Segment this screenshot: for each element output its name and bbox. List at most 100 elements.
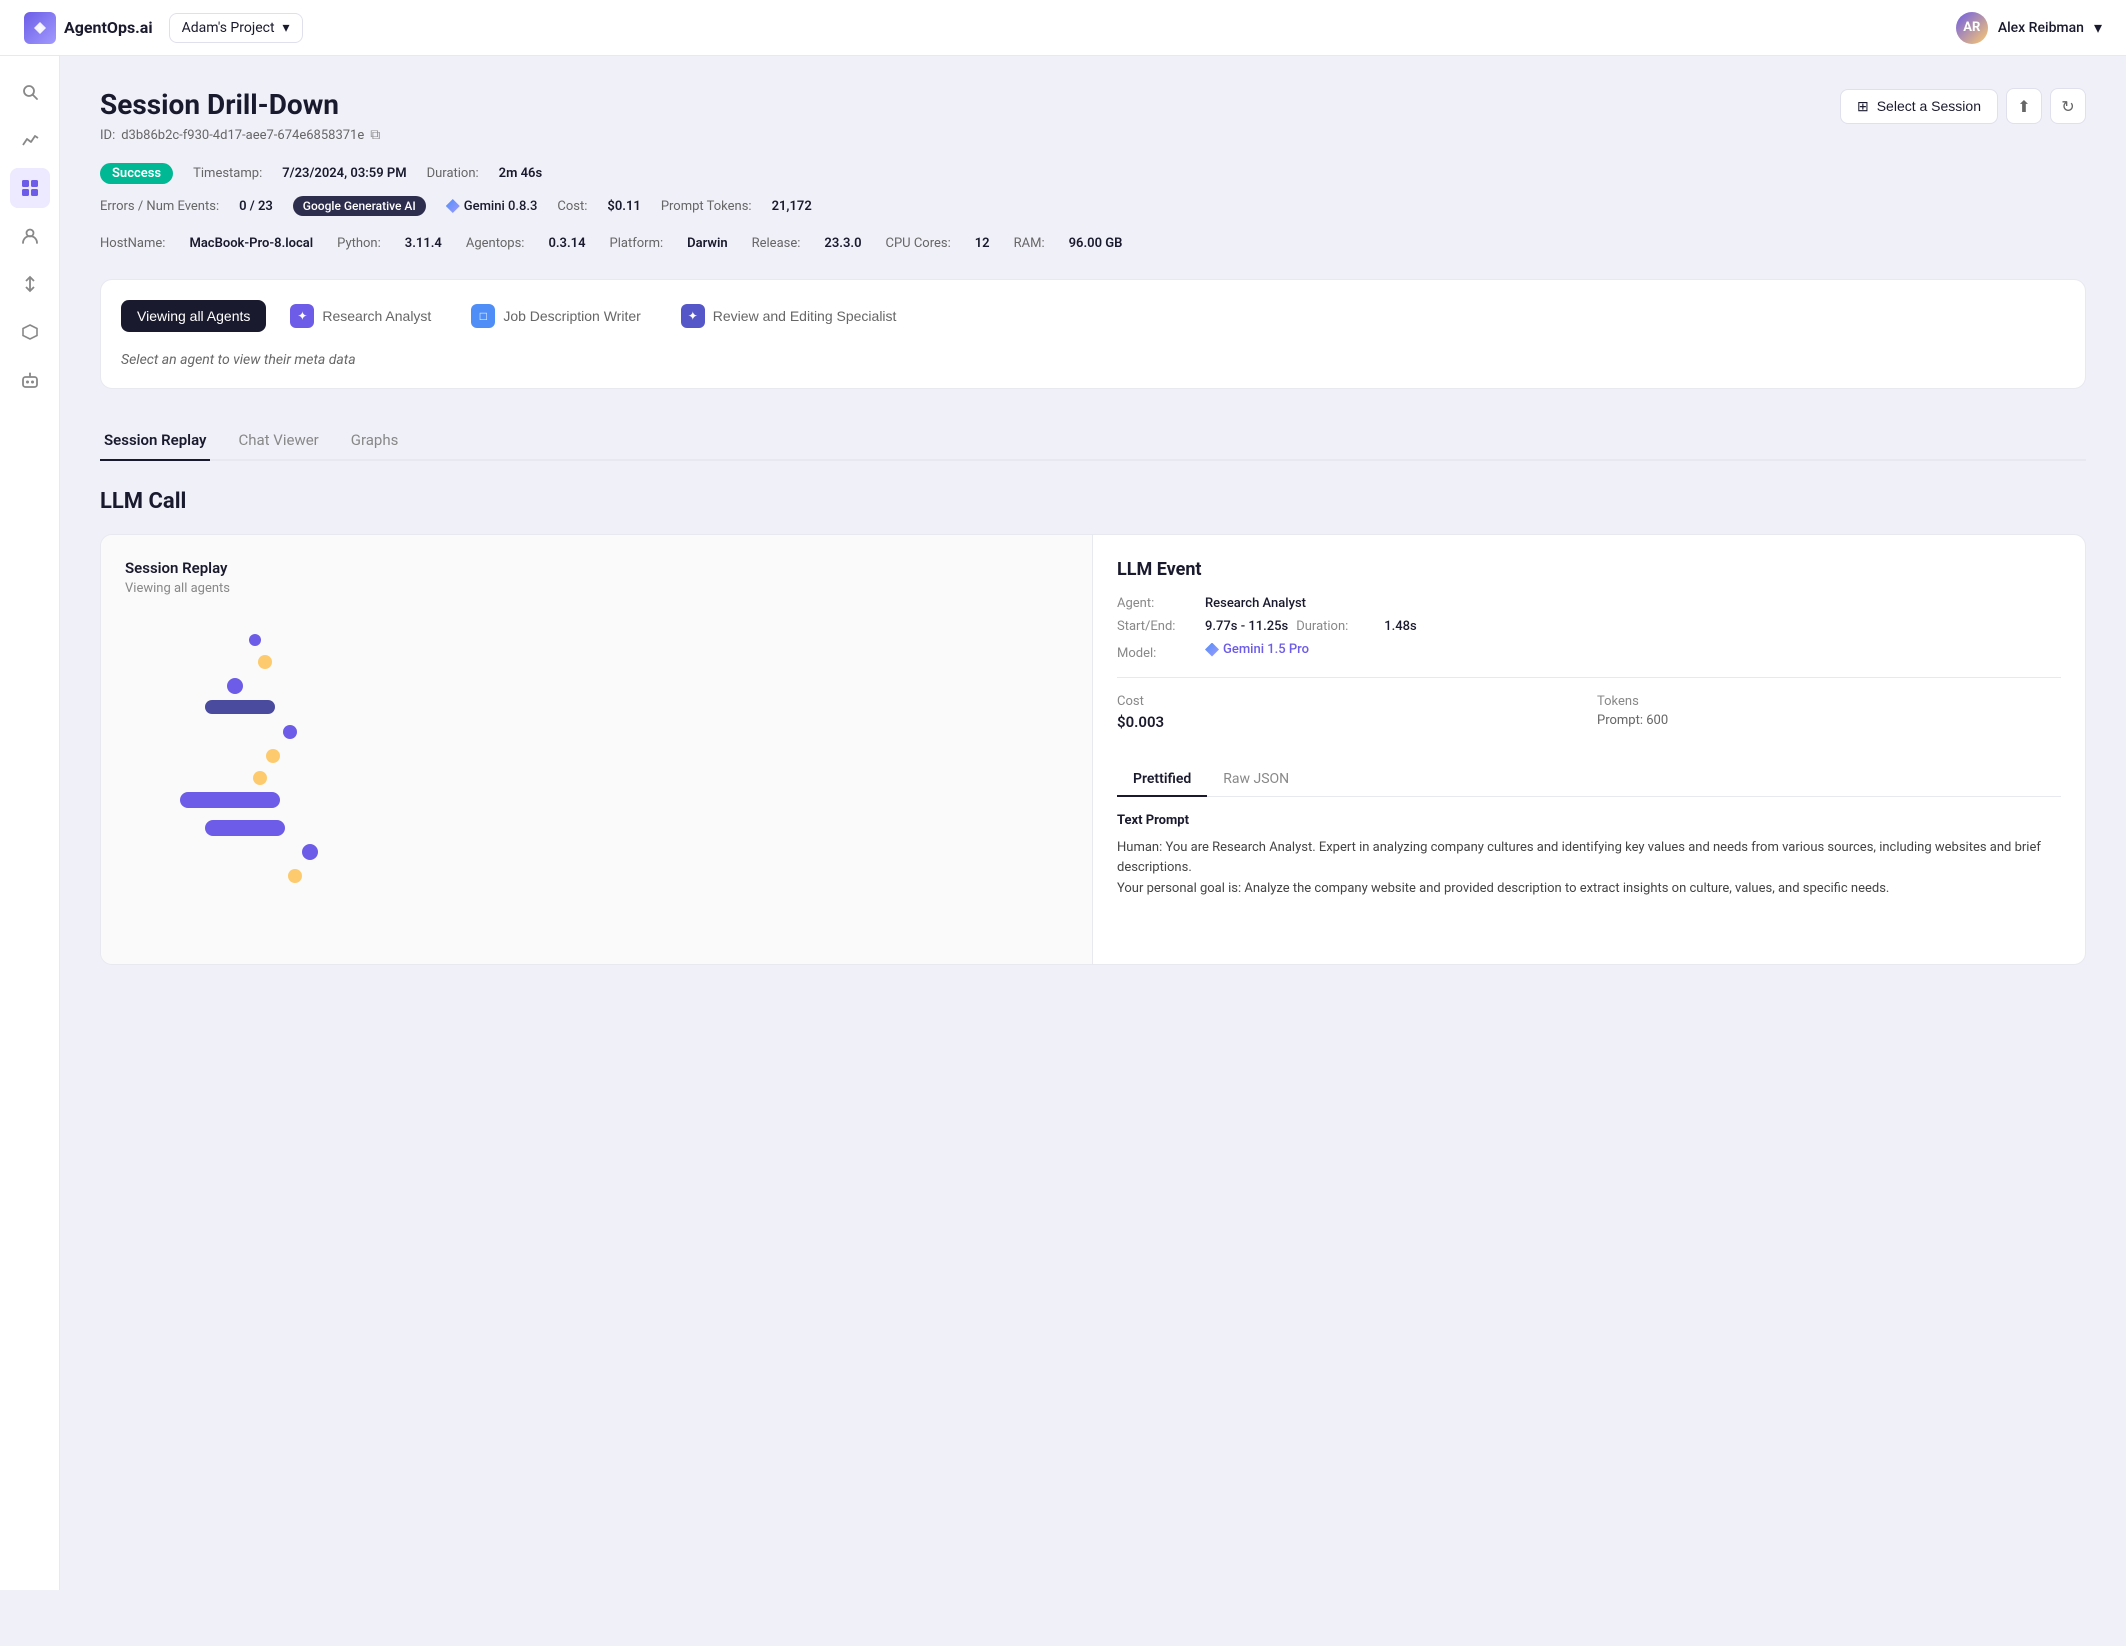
session-id-value: d3b86b2c-f930-4d17-aee7-674e6858371e [121,128,364,143]
page-title-block: Session Drill-Down ID: d3b86b2c-f930-4d1… [100,88,380,143]
duration-value: 1.48s [1384,619,1416,634]
agentops-value: 0.3.14 [548,236,585,251]
bot-icon [21,371,39,389]
page-header: Session Drill-Down ID: d3b86b2c-f930-4d1… [100,88,2086,143]
user-menu[interactable]: AR Alex Reibman ▾ [1956,12,2102,44]
agent-label: Agent: [1117,596,1197,611]
event-content-tabs: Prettified Raw JSON [1117,763,2061,797]
session-id-row: ID: d3b86b2c-f930-4d17-aee7-674e6858371e… [100,127,380,143]
ram-value: 96.00 GB [1069,236,1123,251]
sidebar-item-flows[interactable] [10,264,50,304]
sidebar-item-analytics[interactable] [10,120,50,160]
sidebar [0,56,60,1590]
llm-call-card: Session Replay Viewing all agents [100,534,2086,965]
ram-label: RAM: [1014,236,1045,251]
tab-raw-json[interactable]: Raw JSON [1207,763,1305,797]
sidebar-item-search[interactable] [10,72,50,112]
errors-label: Errors / Num Events: [100,199,219,214]
model-badge: Gemini 0.8.3 [446,199,538,214]
section-title-llm: LLM Call [100,489,2086,514]
copy-icon[interactable]: ⧉ [370,127,380,143]
user-name: Alex Reibman [1998,20,2084,36]
meta-row-1: Success Timestamp: 7/23/2024, 03:59 PM D… [100,163,2086,184]
agent-meta-placeholder: Select an agent to view their meta data [121,352,2065,368]
sidebar-item-sessions[interactable] [10,168,50,208]
meta-row-3: HostName: MacBook-Pro-8.local Python: 3.… [100,236,2086,251]
id-label: ID: [100,128,115,143]
text-prompt-label: Text Prompt [1117,813,2061,828]
prompt-value: 600 [1646,713,1668,728]
duration-value: 2m 46s [499,166,543,181]
replay-panel-title: Session Replay [125,559,1068,577]
meta-row-2: Errors / Num Events: 0 / 23 Google Gener… [100,196,2086,216]
tab-session-replay[interactable]: Session Replay [100,421,210,461]
agent-tabs: Viewing all Agents ✦ Research Analyst □ … [121,296,2065,336]
prompt-label: Prompt: [1597,713,1643,728]
cpu-label: CPU Cores: [886,236,951,251]
tab-prettified[interactable]: Prettified [1117,763,1207,797]
review-specialist-icon: ✦ [681,304,705,328]
flows-icon [21,275,39,293]
model-label: Model: [1117,646,1197,661]
prompt-tokens-value: 21,172 [772,199,812,214]
project-selector[interactable]: Adam's Project ▾ [169,13,303,43]
errors-value: 0 / 23 [239,199,273,214]
tab-all-agents[interactable]: Viewing all Agents [121,300,266,332]
sidebar-item-tools[interactable] [10,312,50,352]
cpu-value: 12 [975,236,990,251]
cost-value: $0.11 [607,199,640,214]
release-value: 23.3.0 [824,236,861,251]
chevron-down-icon: ▾ [283,20,290,36]
python-value: 3.11.4 [405,236,442,251]
logo: AgentOps.ai [24,12,153,44]
tab-job-description-writer[interactable]: □ Job Description Writer [455,296,656,336]
page-title: Session Drill-Down [100,88,380,121]
provider-tag: Google Generative AI [293,196,426,216]
select-session-button[interactable]: ⊞ Select a Session [1840,89,1998,124]
event-model-badge: Gemini 1.5 Pro [1205,642,1309,657]
refresh-button[interactable]: ↻ [2050,88,2086,124]
logo-icon [24,12,56,44]
sidebar-item-agents[interactable] [10,216,50,256]
tab-review-editing-specialist[interactable]: ✦ Review and Editing Specialist [665,296,913,336]
collapse-button[interactable]: ⬆ [2006,88,2042,124]
platform-label: Platform: [610,236,664,251]
startend-value: 9.77s - 11.25s [1205,619,1288,634]
replay-panel: Session Replay Viewing all agents [101,535,1093,964]
prompt-tokens-row: Prompt: 600 [1597,713,2061,728]
job-description-icon: □ [471,304,495,328]
hostname-label: HostName: [100,236,165,251]
timeline-visualization [125,620,1068,940]
startend-row: Start/End: 9.77s - 11.25s Duration: 1.48… [1117,619,2061,634]
agent-row: Agent: Research Analyst [1117,596,2061,611]
timestamp-label: Timestamp: [193,166,262,181]
tools-icon [21,323,39,341]
agentops-label: Agentops: [466,236,525,251]
tab-graphs[interactable]: Graphs [347,421,403,461]
event-model-value: Gemini 1.5 Pro [1223,642,1309,657]
select-session-icon: ⊞ [1857,98,1869,115]
hostname-value: MacBook-Pro-8.local [189,236,313,251]
model-value: Gemini 0.8.3 [464,199,538,214]
refresh-icon: ↻ [2061,97,2074,116]
tab-chat-viewer[interactable]: Chat Viewer [234,421,322,461]
collapse-icon: ⬆ [2017,97,2030,116]
agents-icon [21,227,39,245]
avatar: AR [1956,12,1988,44]
session-tabs: Session Replay Chat Viewer Graphs [100,421,2086,461]
tokens-label: Tokens [1597,694,2061,709]
gemini-diamond-icon [446,199,460,213]
platform-value: Darwin [687,236,727,251]
event-panel: LLM Event Agent: Research Analyst Start/… [1093,535,2085,964]
release-label: Release: [752,236,801,251]
prompt-tokens-label: Prompt Tokens: [661,199,752,214]
replay-panel-subtitle: Viewing all agents [125,581,1068,596]
event-gemini-icon [1205,643,1219,657]
duration-label: Duration: [1296,619,1376,634]
header-actions: ⊞ Select a Session ⬆ ↻ [1840,88,2086,124]
topnav: AgentOps.ai Adam's Project ▾ AR Alex Rei… [0,0,2126,56]
cost-block-label: Cost [1117,694,1581,709]
sidebar-item-bot[interactable] [10,360,50,400]
agent-tabs-card: Viewing all Agents ✦ Research Analyst □ … [100,279,2086,389]
tab-research-analyst[interactable]: ✦ Research Analyst [274,296,447,336]
